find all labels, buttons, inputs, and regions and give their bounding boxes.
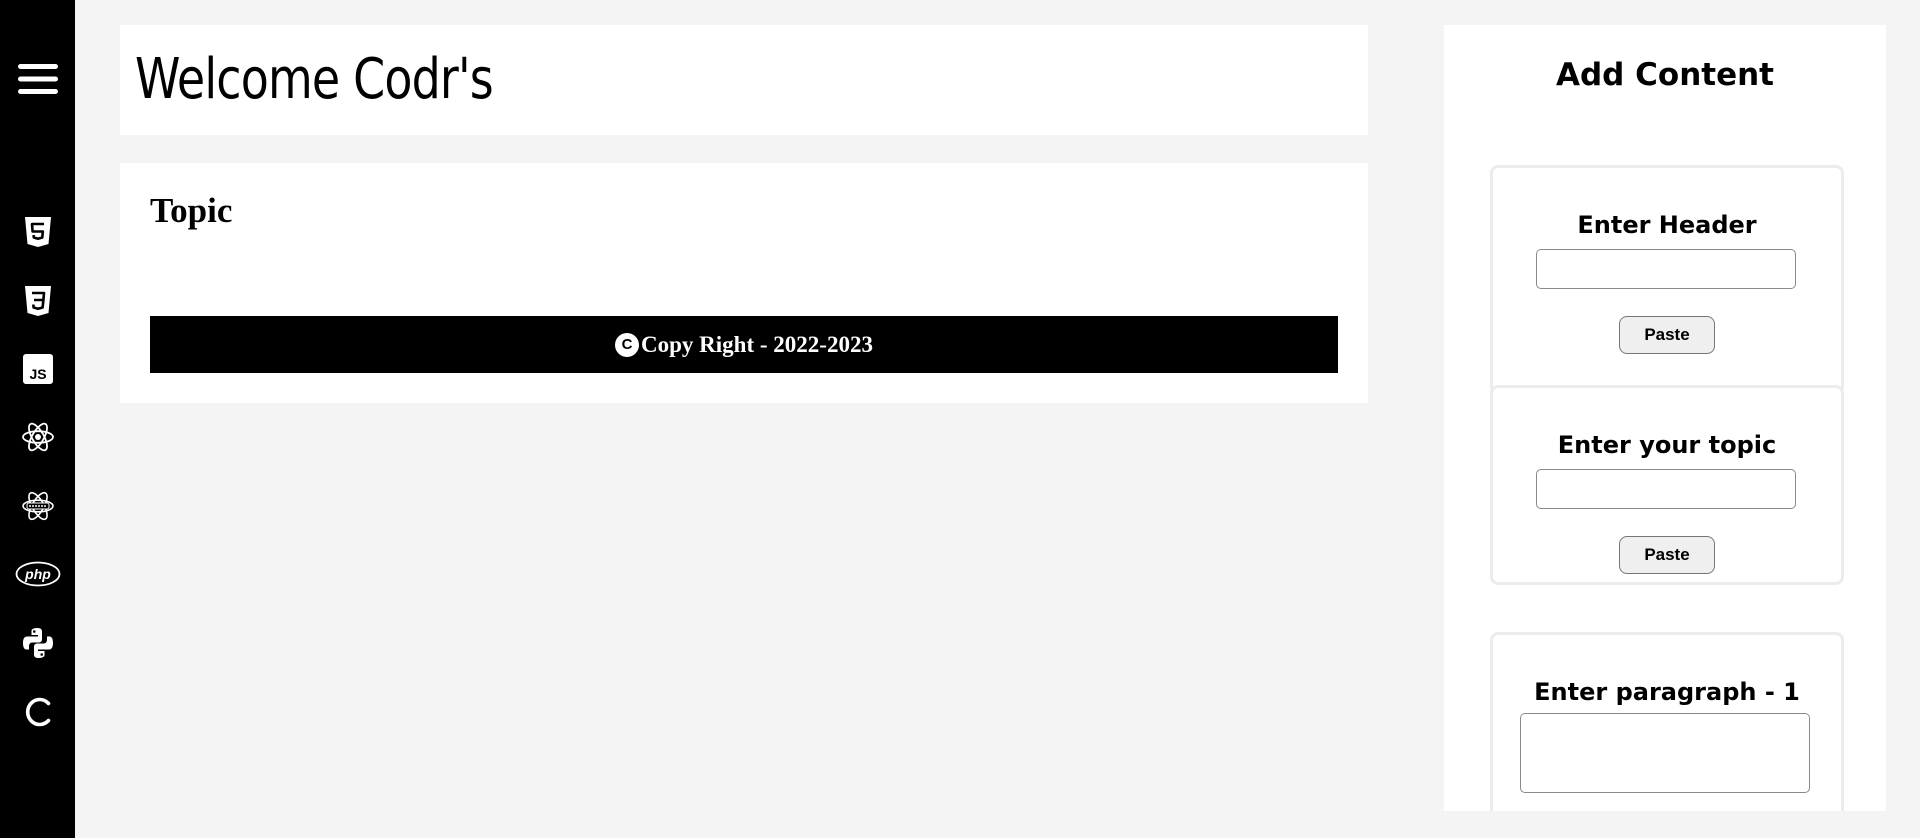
copyright-text: Copy Right - 2022-2023: [641, 331, 873, 357]
copyright-footer: C Copy Right - 2022-2023: [150, 316, 1338, 373]
svg-text:JS: JS: [29, 366, 46, 382]
python-icon[interactable]: [0, 621, 75, 665]
panel-title: Add Content: [1555, 57, 1774, 93]
page-title: Welcome Codr's: [135, 47, 494, 112]
paste-topic-button[interactable]: Paste: [1619, 536, 1715, 574]
topic-form: Enter your topic Paste: [1490, 385, 1844, 585]
sidebar: JS php: [0, 0, 75, 838]
topic-heading: Topic: [150, 191, 233, 230]
header-input[interactable]: [1536, 249, 1796, 289]
react-icon[interactable]: [0, 415, 75, 459]
js-icon[interactable]: JS: [0, 347, 75, 391]
add-content-panel: Add Content Enter Header Paste Enter you…: [1444, 25, 1886, 811]
c-language-icon[interactable]: [0, 690, 75, 734]
header-label: Enter Header: [1577, 211, 1757, 239]
html5-icon[interactable]: [0, 210, 75, 254]
topic-input[interactable]: [1536, 469, 1796, 509]
topic-label: Enter your topic: [1557, 431, 1777, 459]
paste-header-button[interactable]: Paste: [1619, 316, 1715, 354]
react-native-icon[interactable]: [0, 484, 75, 528]
php-icon[interactable]: php: [0, 552, 75, 596]
copyright-icon: C: [615, 332, 640, 357]
menu-icon[interactable]: [0, 57, 75, 101]
css3-icon[interactable]: [0, 279, 75, 323]
content-card: Topic C Copy Right - 2022-2023: [120, 163, 1368, 403]
paragraph-form: Enter paragraph - 1: [1490, 632, 1844, 811]
paragraph-label: Enter paragraph - 1: [1534, 678, 1800, 706]
header-card: Welcome Codr's: [120, 25, 1368, 135]
svg-text:php: php: [24, 566, 51, 582]
header-form: Enter Header Paste: [1490, 165, 1844, 395]
paragraph-textarea[interactable]: [1520, 713, 1810, 793]
